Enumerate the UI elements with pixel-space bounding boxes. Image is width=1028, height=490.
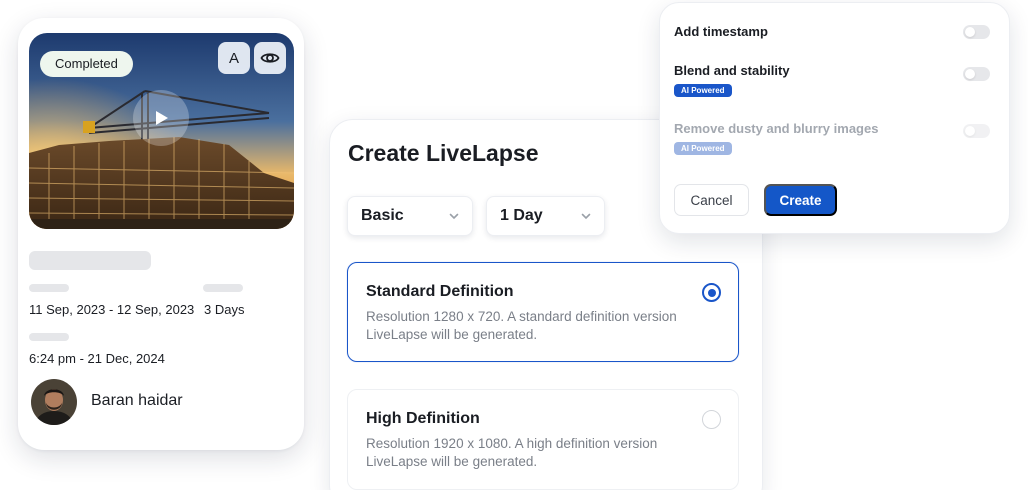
- create-button[interactable]: Create: [764, 184, 837, 216]
- avatar[interactable]: [31, 379, 77, 425]
- eye-icon: [260, 53, 280, 63]
- page-title: Create LiveLapse: [348, 140, 539, 166]
- option-title: High Definition: [366, 410, 480, 427]
- duration-label-placeholder: [203, 284, 243, 292]
- remove-dusty-toggle[interactable]: [963, 124, 990, 138]
- created-timestamp: 6:24 pm - 21 Dec, 2024: [29, 351, 165, 366]
- remove-dusty-label: Remove dusty and blurry images: [674, 121, 879, 136]
- project-card[interactable]: Completed A 11 Sep, 2023 - 12 Sep, 2023 …: [18, 18, 304, 450]
- play-button[interactable]: [133, 90, 189, 146]
- title-placeholder: [29, 251, 151, 270]
- option-standard-definition[interactable]: Standard Definition Resolution 1280 x 72…: [347, 262, 739, 362]
- blend-stability-toggle[interactable]: [963, 67, 990, 81]
- user-avatar-image: [31, 379, 77, 425]
- settings-panel: Add timestamp Blend and stability AI Pow…: [659, 2, 1010, 234]
- radio-standard-definition[interactable]: [702, 283, 721, 302]
- type-select-value: Basic: [361, 207, 404, 224]
- status-badge: Completed: [40, 51, 133, 77]
- date-label-placeholder: [29, 284, 69, 292]
- blend-stability-label: Blend and stability: [674, 63, 790, 78]
- option-title: Standard Definition: [366, 283, 514, 300]
- radio-high-definition[interactable]: [702, 410, 721, 429]
- option-high-definition[interactable]: High Definition Resolution 1920 x 1080. …: [347, 389, 739, 490]
- play-icon: [156, 111, 168, 125]
- annotate-button-label: A: [228, 49, 239, 67]
- add-timestamp-label: Add timestamp: [674, 24, 768, 39]
- duration-select[interactable]: 1 Day: [486, 196, 605, 236]
- option-description: Resolution 1280 x 720. A standard defini…: [366, 309, 677, 342]
- cancel-button[interactable]: Cancel: [674, 184, 749, 216]
- option-description: Resolution 1920 x 1080. A high definitio…: [366, 436, 658, 469]
- annotate-button[interactable]: A: [218, 42, 250, 74]
- user-name: Baran haidar: [91, 392, 183, 409]
- created-label-placeholder: [29, 333, 69, 341]
- duration-select-value: 1 Day: [500, 207, 543, 224]
- chevron-down-icon: [581, 213, 591, 220]
- date-range: 11 Sep, 2023 - 12 Sep, 2023: [29, 302, 195, 317]
- ai-powered-badge: AI Powered: [674, 84, 732, 97]
- add-timestamp-toggle[interactable]: [963, 25, 990, 39]
- type-select[interactable]: Basic: [347, 196, 473, 236]
- ai-powered-badge: AI Powered: [674, 142, 732, 155]
- view-button[interactable]: [254, 42, 286, 74]
- project-thumbnail[interactable]: Completed A: [29, 33, 294, 229]
- duration-value: 3 Days: [204, 302, 245, 317]
- chevron-down-icon: [449, 213, 459, 220]
